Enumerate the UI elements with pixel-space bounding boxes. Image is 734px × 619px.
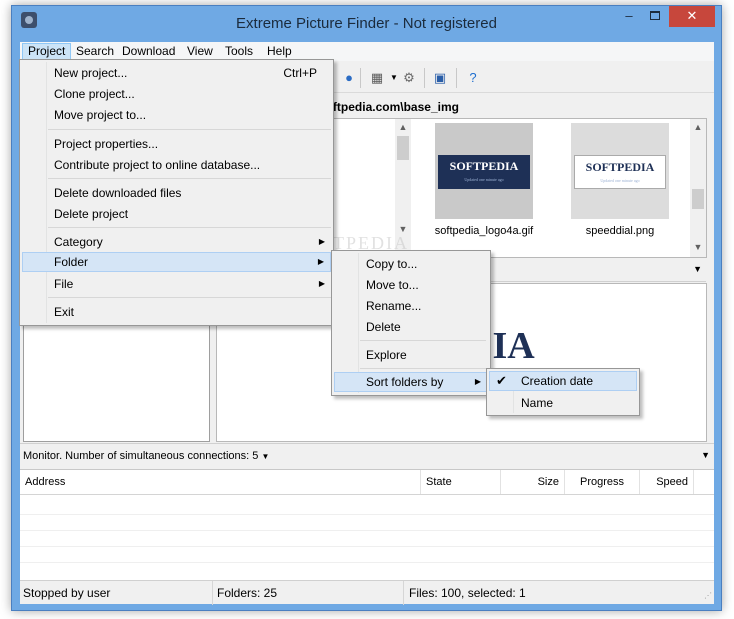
table-row bbox=[20, 530, 714, 531]
status-bar: Stopped by user Folders: 25 Files: 100, … bbox=[20, 580, 714, 605]
menu-separator bbox=[48, 129, 331, 130]
table-row bbox=[20, 562, 714, 563]
submenu-arrow-icon: ▶ bbox=[317, 257, 324, 266]
thumbnail-frame: SOFTPEDIA Updated one minute ago bbox=[435, 123, 533, 219]
submenu-arrow-icon: ▶ bbox=[474, 377, 481, 386]
menu-item-shortcut: Ctrl+P bbox=[283, 66, 317, 80]
menu-item-category[interactable]: Category ▶ bbox=[22, 232, 331, 252]
status-files: Files: 100, selected: 1 bbox=[409, 586, 526, 600]
thumbnail-logo: SOFTPEDIA Updated one minute ago bbox=[438, 155, 530, 189]
menu-item-creation-date[interactable]: ✔ Creation date bbox=[489, 371, 637, 391]
menu-item-explore[interactable]: Explore bbox=[334, 345, 488, 365]
thumbnail-filename: speeddial.png bbox=[585, 225, 655, 237]
grid-view-icon[interactable]: ▦ bbox=[369, 70, 385, 86]
help-icon[interactable]: ? bbox=[465, 70, 481, 86]
picture-icon[interactable]: ▣ bbox=[432, 70, 448, 86]
menu-item-rename[interactable]: Rename... bbox=[334, 296, 488, 316]
submenu-arrow-icon: ▶ bbox=[318, 279, 325, 288]
column-speed[interactable]: Speed bbox=[640, 470, 694, 494]
menu-separator bbox=[48, 297, 331, 298]
logo-tagline: Updated one minute ago bbox=[464, 177, 504, 182]
menu-item-contribute-project[interactable]: Contribute project to online database... bbox=[22, 155, 331, 175]
menu-item-label: Folder bbox=[54, 255, 89, 269]
menu-item-move-to[interactable]: Move to... bbox=[334, 275, 488, 295]
toolbar-separator bbox=[424, 68, 425, 88]
table-row bbox=[20, 494, 714, 495]
menu-item-name[interactable]: Name bbox=[489, 393, 637, 413]
column-size[interactable]: Size bbox=[501, 470, 565, 494]
project-menu: New project... Ctrl+P Clone project... Mo… bbox=[19, 59, 334, 326]
menu-separator bbox=[48, 227, 331, 228]
minimize-button[interactable]: ‒ bbox=[616, 6, 642, 27]
chevron-down-icon[interactable]: ▼ bbox=[693, 264, 702, 274]
close-button[interactable]: ✕ bbox=[669, 6, 715, 27]
menu-item-label: Sort folders by bbox=[366, 375, 444, 389]
submenu-arrow-icon: ▶ bbox=[318, 237, 325, 246]
scroll-thumb[interactable] bbox=[397, 136, 409, 160]
window-title: Extreme Picture Finder - Not registered bbox=[236, 15, 497, 32]
resize-grip-icon[interactable]: ⋰ bbox=[704, 591, 712, 600]
menu-item-label: New project... bbox=[54, 66, 128, 80]
menu-item-label: Creation date bbox=[521, 374, 594, 388]
column-state[interactable]: State bbox=[421, 470, 501, 494]
table-row bbox=[20, 546, 714, 547]
table-row bbox=[20, 514, 714, 515]
menu-item-move-project[interactable]: Move project to... bbox=[22, 105, 331, 125]
column-progress[interactable]: Progress bbox=[565, 470, 640, 494]
menu-item-delete[interactable]: Delete bbox=[334, 317, 488, 337]
monitor-bar: Monitor. Number of simultaneous connecti… bbox=[20, 443, 714, 467]
dropdown-arrow-icon[interactable]: ▼ bbox=[386, 70, 402, 86]
menu-item-sort-folders-by[interactable]: Sort folders by ▶ bbox=[334, 372, 488, 392]
maximize-button[interactable] bbox=[642, 6, 668, 27]
sort-submenu: ✔ Creation date Name bbox=[486, 368, 640, 416]
menu-item-exit[interactable]: Exit bbox=[22, 302, 331, 322]
menu-item-delete-project[interactable]: Delete project bbox=[22, 204, 331, 224]
menu-item-copy-to[interactable]: Copy to... bbox=[334, 254, 488, 274]
toolbar-separator bbox=[456, 68, 457, 88]
checkmark-icon: ✔ bbox=[496, 373, 507, 388]
globe-icon[interactable]: ● bbox=[341, 70, 357, 86]
menu-item-new-project[interactable]: New project... Ctrl+P bbox=[22, 63, 331, 83]
toolbar-separator bbox=[360, 68, 361, 88]
scroll-up-icon[interactable]: ▲ bbox=[395, 119, 411, 135]
menu-item-project-properties[interactable]: Project properties... bbox=[22, 134, 331, 154]
thumbnail-item-selected[interactable]: SOFTPEDIA Updated one minute ago speeddi… bbox=[561, 123, 679, 237]
logo-tagline: Updated one minute ago bbox=[600, 178, 640, 183]
status-text: Stopped by user bbox=[20, 581, 213, 605]
menu-item-label: File bbox=[54, 277, 74, 291]
menu-item-file[interactable]: File ▶ bbox=[22, 274, 331, 294]
status-folders: Folders: 25 bbox=[214, 581, 404, 605]
menu-item-label: Category bbox=[54, 235, 103, 249]
monitor-text: Monitor. Number of simultaneous connecti… bbox=[23, 450, 259, 462]
menu-item-delete-downloaded[interactable]: Delete downloaded files bbox=[22, 183, 331, 203]
menu-item-clone-project[interactable]: Clone project... bbox=[22, 84, 331, 104]
scroll-thumb[interactable] bbox=[692, 189, 704, 209]
column-address[interactable]: Address bbox=[20, 470, 421, 494]
dropdown-arrow-icon[interactable]: ▼ bbox=[261, 452, 269, 461]
logo-text: SOFTPEDIA bbox=[585, 160, 655, 174]
thumbnail-logo: SOFTPEDIA Updated one minute ago bbox=[574, 155, 666, 189]
monitor-label[interactable]: Monitor. Number of simultaneous connecti… bbox=[23, 450, 269, 462]
menu-item-folder[interactable]: Folder ▶ bbox=[22, 252, 331, 272]
menu-separator bbox=[360, 340, 486, 341]
title-bar[interactable]: Extreme Picture Finder - Not registered … bbox=[12, 6, 721, 41]
folder-submenu: Copy to... Move to... Rename... Delete E… bbox=[331, 250, 491, 396]
scroll-down-icon[interactable]: ▼ bbox=[690, 239, 706, 255]
download-monitor-table[interactable]: Address State Size Progress Speed bbox=[20, 469, 714, 580]
settings-icon[interactable]: ⚙ bbox=[401, 70, 417, 86]
thumbnail-scrollbar[interactable]: ▲ ▼ bbox=[690, 119, 706, 257]
chevron-down-icon[interactable]: ▼ bbox=[701, 450, 710, 460]
thumbnail-item[interactable]: SOFTPEDIA Updated one minute ago softped… bbox=[425, 123, 543, 237]
menu-separator bbox=[360, 368, 486, 369]
logo-text: SOFTPEDIA bbox=[449, 159, 519, 173]
maximize-icon bbox=[650, 11, 660, 20]
thumbnail-frame: SOFTPEDIA Updated one minute ago bbox=[571, 123, 669, 219]
scroll-up-icon[interactable]: ▲ bbox=[690, 119, 706, 135]
thumbnail-filename: softpedia_logo4a.gif bbox=[434, 225, 534, 237]
menu-separator bbox=[48, 178, 331, 179]
